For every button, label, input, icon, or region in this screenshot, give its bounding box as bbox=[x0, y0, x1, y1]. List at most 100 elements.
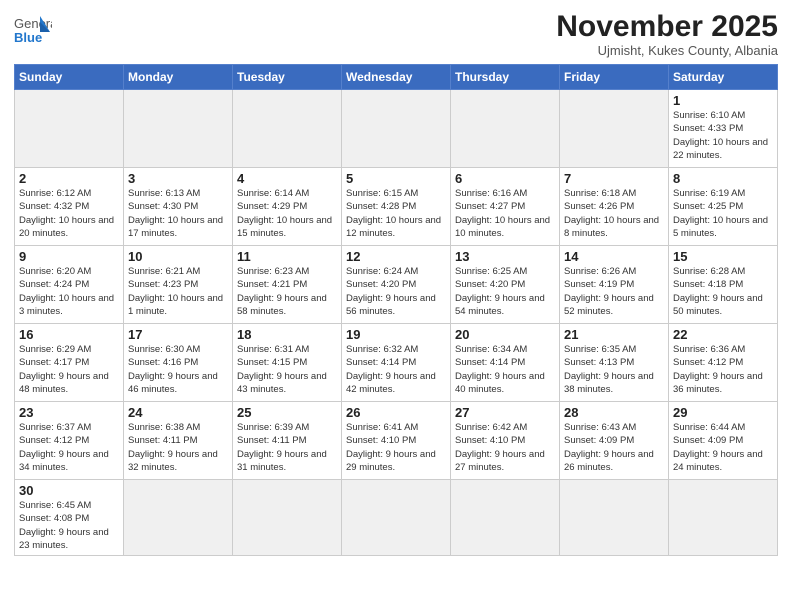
day-info: Sunrise: 6:28 AM Sunset: 4:18 PM Dayligh… bbox=[673, 265, 773, 318]
calendar-day-cell bbox=[15, 90, 124, 168]
calendar-day-cell: 22Sunrise: 6:36 AM Sunset: 4:12 PM Dayli… bbox=[669, 324, 778, 402]
calendar-day-cell bbox=[124, 480, 233, 556]
day-info: Sunrise: 6:35 AM Sunset: 4:13 PM Dayligh… bbox=[564, 343, 664, 396]
day-number: 7 bbox=[564, 171, 664, 186]
calendar-day-cell: 9Sunrise: 6:20 AM Sunset: 4:24 PM Daylig… bbox=[15, 246, 124, 324]
day-info: Sunrise: 6:29 AM Sunset: 4:17 PM Dayligh… bbox=[19, 343, 119, 396]
month-title: November 2025 bbox=[556, 10, 778, 43]
day-number: 29 bbox=[673, 405, 773, 420]
calendar-week-row: 16Sunrise: 6:29 AM Sunset: 4:17 PM Dayli… bbox=[15, 324, 778, 402]
calendar-day-cell: 28Sunrise: 6:43 AM Sunset: 4:09 PM Dayli… bbox=[560, 402, 669, 480]
calendar-day-cell: 8Sunrise: 6:19 AM Sunset: 4:25 PM Daylig… bbox=[669, 168, 778, 246]
weekday-header-wednesday: Wednesday bbox=[342, 65, 451, 90]
day-number: 12 bbox=[346, 249, 446, 264]
day-info: Sunrise: 6:19 AM Sunset: 4:25 PM Dayligh… bbox=[673, 187, 773, 240]
day-number: 9 bbox=[19, 249, 119, 264]
day-number: 1 bbox=[673, 93, 773, 108]
day-number: 23 bbox=[19, 405, 119, 420]
calendar-day-cell: 24Sunrise: 6:38 AM Sunset: 4:11 PM Dayli… bbox=[124, 402, 233, 480]
calendar-week-row: 2Sunrise: 6:12 AM Sunset: 4:32 PM Daylig… bbox=[15, 168, 778, 246]
subtitle: Ujmisht, Kukes County, Albania bbox=[556, 43, 778, 58]
day-info: Sunrise: 6:38 AM Sunset: 4:11 PM Dayligh… bbox=[128, 421, 228, 474]
calendar-day-cell: 23Sunrise: 6:37 AM Sunset: 4:12 PM Dayli… bbox=[15, 402, 124, 480]
day-info: Sunrise: 6:14 AM Sunset: 4:29 PM Dayligh… bbox=[237, 187, 337, 240]
calendar-day-cell bbox=[342, 480, 451, 556]
calendar-day-cell: 29Sunrise: 6:44 AM Sunset: 4:09 PM Dayli… bbox=[669, 402, 778, 480]
weekday-header-tuesday: Tuesday bbox=[233, 65, 342, 90]
day-number: 3 bbox=[128, 171, 228, 186]
day-number: 20 bbox=[455, 327, 555, 342]
day-info: Sunrise: 6:21 AM Sunset: 4:23 PM Dayligh… bbox=[128, 265, 228, 318]
calendar-day-cell: 3Sunrise: 6:13 AM Sunset: 4:30 PM Daylig… bbox=[124, 168, 233, 246]
calendar-day-cell bbox=[451, 90, 560, 168]
calendar-day-cell bbox=[233, 90, 342, 168]
calendar-day-cell bbox=[451, 480, 560, 556]
calendar-day-cell: 2Sunrise: 6:12 AM Sunset: 4:32 PM Daylig… bbox=[15, 168, 124, 246]
calendar-day-cell bbox=[560, 90, 669, 168]
calendar-day-cell: 25Sunrise: 6:39 AM Sunset: 4:11 PM Dayli… bbox=[233, 402, 342, 480]
day-info: Sunrise: 6:31 AM Sunset: 4:15 PM Dayligh… bbox=[237, 343, 337, 396]
day-info: Sunrise: 6:42 AM Sunset: 4:10 PM Dayligh… bbox=[455, 421, 555, 474]
day-info: Sunrise: 6:37 AM Sunset: 4:12 PM Dayligh… bbox=[19, 421, 119, 474]
calendar-day-cell: 5Sunrise: 6:15 AM Sunset: 4:28 PM Daylig… bbox=[342, 168, 451, 246]
day-number: 11 bbox=[237, 249, 337, 264]
day-number: 15 bbox=[673, 249, 773, 264]
day-number: 30 bbox=[19, 483, 119, 498]
page: General Blue November 2025 Ujmisht, Kuke… bbox=[0, 0, 792, 612]
calendar-week-row: 30Sunrise: 6:45 AM Sunset: 4:08 PM Dayli… bbox=[15, 480, 778, 556]
day-number: 19 bbox=[346, 327, 446, 342]
day-number: 27 bbox=[455, 405, 555, 420]
day-number: 5 bbox=[346, 171, 446, 186]
day-number: 10 bbox=[128, 249, 228, 264]
day-info: Sunrise: 6:30 AM Sunset: 4:16 PM Dayligh… bbox=[128, 343, 228, 396]
day-info: Sunrise: 6:23 AM Sunset: 4:21 PM Dayligh… bbox=[237, 265, 337, 318]
calendar-day-cell bbox=[342, 90, 451, 168]
day-number: 8 bbox=[673, 171, 773, 186]
day-info: Sunrise: 6:18 AM Sunset: 4:26 PM Dayligh… bbox=[564, 187, 664, 240]
calendar-day-cell: 13Sunrise: 6:25 AM Sunset: 4:20 PM Dayli… bbox=[451, 246, 560, 324]
day-info: Sunrise: 6:45 AM Sunset: 4:08 PM Dayligh… bbox=[19, 499, 119, 552]
day-number: 25 bbox=[237, 405, 337, 420]
day-number: 16 bbox=[19, 327, 119, 342]
weekday-header-thursday: Thursday bbox=[451, 65, 560, 90]
calendar: SundayMondayTuesdayWednesdayThursdayFrid… bbox=[14, 64, 778, 556]
calendar-day-cell bbox=[669, 480, 778, 556]
day-info: Sunrise: 6:25 AM Sunset: 4:20 PM Dayligh… bbox=[455, 265, 555, 318]
day-info: Sunrise: 6:41 AM Sunset: 4:10 PM Dayligh… bbox=[346, 421, 446, 474]
day-number: 28 bbox=[564, 405, 664, 420]
calendar-day-cell: 16Sunrise: 6:29 AM Sunset: 4:17 PM Dayli… bbox=[15, 324, 124, 402]
day-info: Sunrise: 6:32 AM Sunset: 4:14 PM Dayligh… bbox=[346, 343, 446, 396]
day-number: 4 bbox=[237, 171, 337, 186]
day-info: Sunrise: 6:16 AM Sunset: 4:27 PM Dayligh… bbox=[455, 187, 555, 240]
calendar-day-cell: 11Sunrise: 6:23 AM Sunset: 4:21 PM Dayli… bbox=[233, 246, 342, 324]
weekday-header-sunday: Sunday bbox=[15, 65, 124, 90]
calendar-week-row: 23Sunrise: 6:37 AM Sunset: 4:12 PM Dayli… bbox=[15, 402, 778, 480]
day-info: Sunrise: 6:20 AM Sunset: 4:24 PM Dayligh… bbox=[19, 265, 119, 318]
day-info: Sunrise: 6:39 AM Sunset: 4:11 PM Dayligh… bbox=[237, 421, 337, 474]
calendar-day-cell bbox=[560, 480, 669, 556]
calendar-day-cell: 15Sunrise: 6:28 AM Sunset: 4:18 PM Dayli… bbox=[669, 246, 778, 324]
day-number: 14 bbox=[564, 249, 664, 264]
calendar-day-cell: 18Sunrise: 6:31 AM Sunset: 4:15 PM Dayli… bbox=[233, 324, 342, 402]
svg-text:Blue: Blue bbox=[14, 30, 42, 45]
day-info: Sunrise: 6:34 AM Sunset: 4:14 PM Dayligh… bbox=[455, 343, 555, 396]
day-info: Sunrise: 6:15 AM Sunset: 4:28 PM Dayligh… bbox=[346, 187, 446, 240]
weekday-header-saturday: Saturday bbox=[669, 65, 778, 90]
calendar-day-cell: 17Sunrise: 6:30 AM Sunset: 4:16 PM Dayli… bbox=[124, 324, 233, 402]
calendar-day-cell: 26Sunrise: 6:41 AM Sunset: 4:10 PM Dayli… bbox=[342, 402, 451, 480]
day-info: Sunrise: 6:10 AM Sunset: 4:33 PM Dayligh… bbox=[673, 109, 773, 162]
day-info: Sunrise: 6:12 AM Sunset: 4:32 PM Dayligh… bbox=[19, 187, 119, 240]
calendar-day-cell: 21Sunrise: 6:35 AM Sunset: 4:13 PM Dayli… bbox=[560, 324, 669, 402]
calendar-day-cell: 14Sunrise: 6:26 AM Sunset: 4:19 PM Dayli… bbox=[560, 246, 669, 324]
calendar-day-cell bbox=[124, 90, 233, 168]
logo-graphic: General Blue bbox=[14, 14, 52, 48]
day-number: 24 bbox=[128, 405, 228, 420]
calendar-day-cell: 4Sunrise: 6:14 AM Sunset: 4:29 PM Daylig… bbox=[233, 168, 342, 246]
logo: General Blue bbox=[14, 14, 52, 48]
calendar-day-cell: 12Sunrise: 6:24 AM Sunset: 4:20 PM Dayli… bbox=[342, 246, 451, 324]
day-info: Sunrise: 6:24 AM Sunset: 4:20 PM Dayligh… bbox=[346, 265, 446, 318]
calendar-day-cell: 10Sunrise: 6:21 AM Sunset: 4:23 PM Dayli… bbox=[124, 246, 233, 324]
title-block: November 2025 Ujmisht, Kukes County, Alb… bbox=[556, 10, 778, 58]
day-number: 18 bbox=[237, 327, 337, 342]
calendar-day-cell: 30Sunrise: 6:45 AM Sunset: 4:08 PM Dayli… bbox=[15, 480, 124, 556]
